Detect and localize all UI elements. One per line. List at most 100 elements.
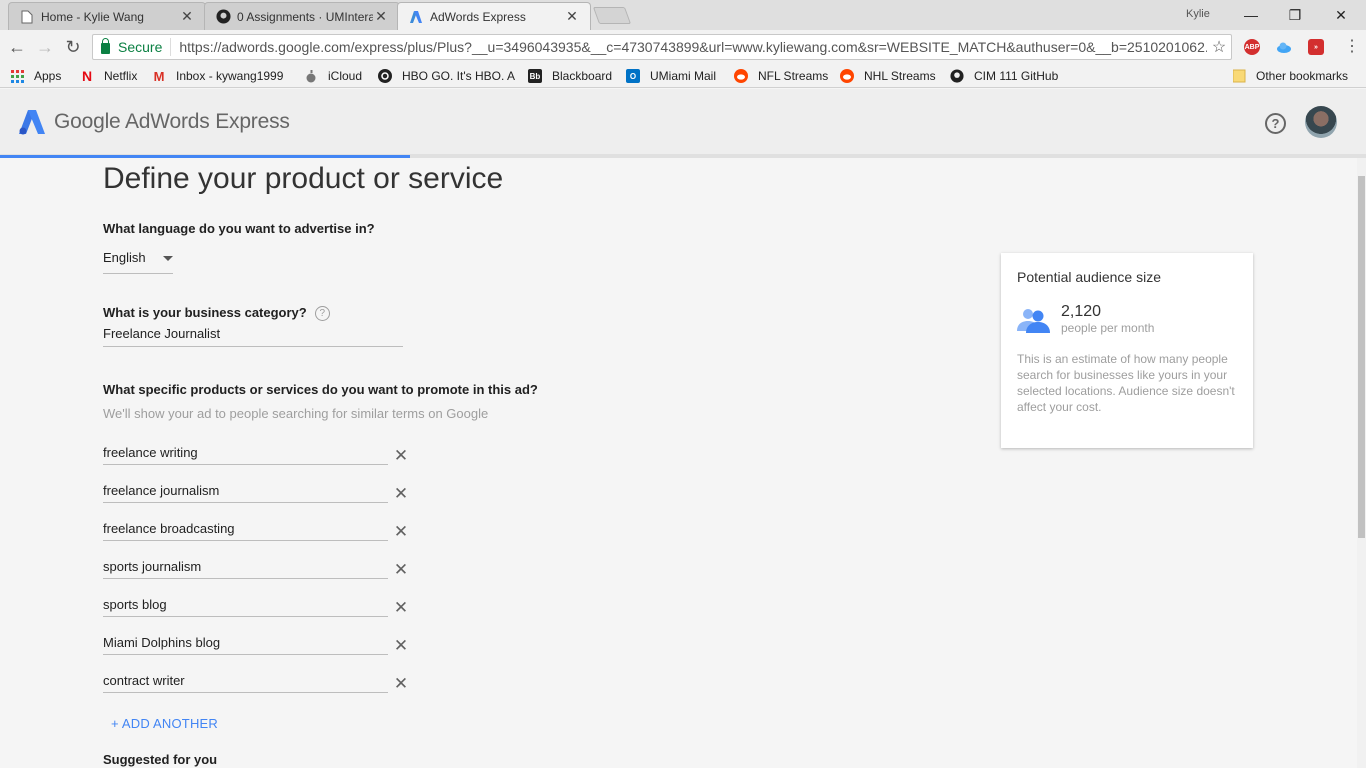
keyword-input[interactable]: sports journalism: [103, 559, 388, 579]
products-hint: We'll show your ad to people searching f…: [103, 406, 489, 421]
tab-close-icon[interactable]: ✕: [179, 8, 195, 25]
adblock-plus-icon[interactable]: ABP: [1244, 39, 1260, 55]
products-question: What specific products or services do yo…: [103, 382, 538, 397]
dropdown-caret-icon: [163, 256, 173, 261]
bookmark-label: UMiami Mail: [650, 69, 716, 83]
tab-close-icon[interactable]: ✕: [373, 8, 389, 25]
lock-icon: [101, 37, 110, 54]
remove-keyword-icon[interactable]: ✕: [393, 561, 409, 578]
audience-unit: people per month: [1061, 321, 1155, 335]
add-another-button[interactable]: + ADD ANOTHER: [111, 716, 218, 731]
tab-adwords[interactable]: AdWords Express ✕: [397, 2, 591, 30]
keyword-input[interactable]: sports blog: [103, 597, 388, 617]
progress-fill: [0, 155, 410, 158]
secure-indicator[interactable]: Secure: [93, 37, 172, 56]
bookmark-label: NHL Streams: [864, 69, 936, 83]
bookmark-label: Inbox - kywang1999: [176, 69, 284, 83]
remove-keyword-icon[interactable]: ✕: [393, 599, 409, 616]
keyword-row: contract writer ✕: [103, 673, 413, 695]
page-title: Define your product or service: [103, 162, 504, 195]
language-question: What language do you want to advertise i…: [103, 221, 375, 236]
keyword-input[interactable]: freelance writing: [103, 445, 388, 465]
bookmark-cim-github[interactable]: CIM 111 GitHub: [950, 68, 1058, 84]
keyword-row: freelance journalism ✕: [103, 483, 413, 505]
new-tab-button[interactable]: [592, 7, 632, 24]
restore-icon[interactable]: ❐: [1280, 4, 1310, 26]
help-icon[interactable]: ?: [1265, 113, 1286, 134]
netflix-icon: N: [81, 68, 93, 84]
keyword-row: Miami Dolphins blog ✕: [103, 635, 413, 657]
browser-toolbar: ← → ↻ Secure https://adwords.google.com/…: [0, 30, 1366, 64]
secure-label: Secure: [118, 39, 163, 55]
window-close-icon[interactable]: ✕: [1326, 4, 1356, 26]
bookmark-label: NFL Streams: [758, 69, 829, 83]
document-icon: [19, 9, 35, 25]
bookmark-nfl-streams[interactable]: NFL Streams: [734, 68, 828, 84]
blackboard-icon: Bb: [528, 69, 542, 83]
bookmarks-bar: Apps N Netflix M Inbox - kywang1999 iClo…: [0, 64, 1366, 88]
language-value: English: [103, 250, 146, 265]
language-select[interactable]: English: [103, 250, 173, 274]
minimize-icon[interactable]: —: [1236, 4, 1266, 26]
bookmark-hbo[interactable]: HBO GO. It's HBO. A: [378, 68, 515, 84]
category-help-icon[interactable]: ?: [314, 306, 330, 322]
bookmark-apps[interactable]: Apps: [10, 68, 61, 84]
gmail-icon: M: [153, 68, 165, 84]
remove-keyword-icon[interactable]: ✕: [393, 637, 409, 654]
github-icon: [215, 9, 231, 25]
remove-keyword-icon[interactable]: ✕: [393, 523, 409, 540]
keyword-input[interactable]: freelance journalism: [103, 483, 388, 503]
bookmark-umiami-mail[interactable]: O UMiami Mail: [626, 68, 716, 84]
suggested-heading: Suggested for you: [103, 752, 218, 767]
app-header: Google AdWords Express ?: [0, 89, 1366, 155]
keyword-input[interactable]: contract writer: [103, 673, 388, 693]
category-input[interactable]: Freelance Journalist: [103, 326, 403, 347]
remove-keyword-icon[interactable]: ✕: [393, 675, 409, 692]
reload-icon[interactable]: ↻: [62, 36, 84, 58]
back-icon[interactable]: ←: [6, 36, 28, 58]
menu-icon[interactable]: ⋮: [1344, 38, 1360, 56]
scrollbar-thumb[interactable]: [1358, 176, 1365, 538]
apps-grid-icon: [10, 69, 24, 83]
remove-keyword-icon[interactable]: ✕: [393, 485, 409, 502]
tab-title: Home - Kylie Wang: [41, 9, 144, 24]
bookmark-label: Blackboard: [552, 69, 613, 83]
audience-description: This is an estimate of how many people s…: [1017, 352, 1235, 414]
tab-strip: Home - Kylie Wang ✕ 0 Assignments · UMIn…: [0, 0, 1366, 30]
keyword-input[interactable]: freelance broadcasting: [103, 521, 388, 541]
bookmark-netflix[interactable]: N Netflix: [80, 68, 137, 84]
cloud-icon[interactable]: [1276, 39, 1292, 55]
tab-home[interactable]: Home - Kylie Wang ✕: [8, 2, 206, 30]
bookmark-star-icon[interactable]: ☆: [1207, 37, 1231, 57]
avatar[interactable]: [1305, 106, 1337, 138]
tab-title: AdWords Express: [430, 9, 526, 24]
tab-title: 0 Assignments · UMInterac: [237, 9, 373, 24]
hbo-icon: [378, 69, 392, 83]
bookmark-label: HBO GO. It's HBO. A: [402, 69, 515, 83]
apple-icon: [304, 69, 318, 83]
profile-name[interactable]: Kylie: [1186, 8, 1210, 20]
address-bar[interactable]: Secure https://adwords.google.com/expres…: [92, 34, 1232, 60]
category-question-row: What is your business category??: [103, 305, 330, 322]
url-text[interactable]: https://adwords.google.com/express/plus/…: [171, 39, 1207, 55]
keyword-row: sports journalism ✕: [103, 559, 413, 581]
page-scrollbar[interactable]: [1357, 158, 1366, 768]
pocket-icon[interactable]: »: [1308, 39, 1324, 55]
bookmark-other[interactable]: Other bookmarks: [1232, 68, 1348, 84]
audience-count: 2,120: [1061, 303, 1102, 320]
tab-github[interactable]: 0 Assignments · UMInterac ✕: [204, 2, 400, 30]
adwords-logo[interactable]: Google AdWords Express: [18, 108, 290, 136]
people-icon: [1017, 309, 1050, 333]
tab-close-icon[interactable]: ✕: [564, 8, 580, 25]
bookmark-inbox[interactable]: M Inbox - kywang1999: [152, 68, 284, 84]
github-icon: [950, 69, 964, 83]
remove-keyword-icon[interactable]: ✕: [393, 447, 409, 464]
bookmark-icloud[interactable]: iCloud: [304, 68, 362, 84]
bookmark-label: Apps: [34, 69, 62, 83]
bookmark-nhl-streams[interactable]: NHL Streams: [840, 68, 936, 84]
logo-text: Google AdWords Express: [54, 110, 290, 133]
keyword-input[interactable]: Miami Dolphins blog: [103, 635, 388, 655]
forward-icon[interactable]: →: [34, 36, 56, 58]
bookmark-blackboard[interactable]: Bb Blackboard: [528, 68, 612, 84]
keyword-row: freelance broadcasting ✕: [103, 521, 413, 543]
